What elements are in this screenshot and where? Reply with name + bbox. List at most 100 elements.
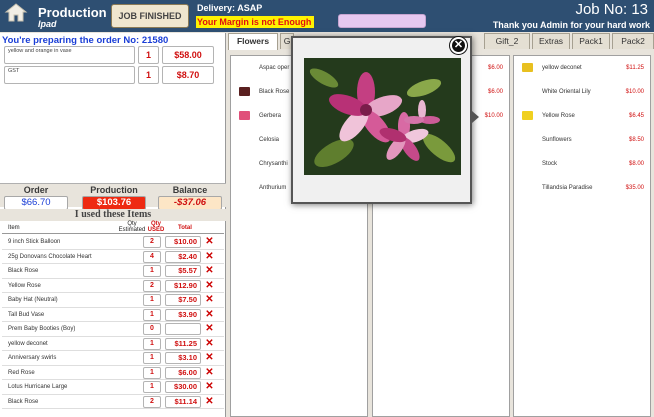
used-item-qty[interactable]: 2	[143, 279, 161, 292]
home-icon[interactable]	[4, 2, 28, 22]
used-item-total[interactable]: $2.40	[165, 250, 201, 263]
used-item-total[interactable]: $5.57	[165, 265, 201, 277]
product-price: $10.00	[484, 113, 503, 119]
col-total-header: Total	[178, 225, 192, 231]
used-item-row: yellow deconet 1 $11.25 ✕	[2, 337, 224, 351]
order-line-price[interactable]: $58.00	[162, 46, 214, 64]
used-item-qty[interactable]: 1	[143, 337, 161, 350]
product-name: Black Rose	[259, 89, 290, 95]
used-item-total[interactable]: $12.90	[165, 279, 201, 292]
page-title: Production	[38, 5, 107, 20]
used-item-qty[interactable]: 2	[143, 236, 161, 248]
used-item-name: Lotus Hurricane Large	[8, 384, 68, 390]
order-line-desc[interactable]: yellow and orange in vase	[4, 46, 135, 64]
product-name: Tillandsia Paradise	[542, 185, 593, 191]
tab-pack2[interactable]: Pack2	[612, 33, 654, 49]
thanks-message: Thank you Admin for your hard work	[492, 20, 650, 30]
product-price: $8.50	[628, 137, 644, 143]
product-item[interactable]: Tillandsia Paradise $35.00	[514, 176, 650, 200]
delete-icon[interactable]: ✕	[204, 280, 215, 291]
delete-icon[interactable]: ✕	[204, 381, 215, 392]
used-item-qty[interactable]: 4	[143, 250, 161, 263]
delete-icon[interactable]: ✕	[204, 338, 215, 349]
used-item-total[interactable]: $10.00	[165, 236, 201, 248]
delete-icon[interactable]: ✕	[204, 323, 215, 334]
used-item-total[interactable]: $6.00	[165, 366, 201, 379]
product-item[interactable]: Yellow Rose $6.45	[514, 104, 650, 128]
used-item-name: Red Rose	[8, 369, 35, 376]
used-item-row: 25g Donovans Chocolate Heart 4 $2.40 ✕	[2, 250, 224, 264]
used-items-title: I used these Items	[0, 209, 226, 221]
product-price: $6.00	[487, 65, 503, 71]
used-item-qty[interactable]: 1	[143, 294, 161, 306]
product-item[interactable]: Stock $8.00	[514, 152, 650, 176]
used-item-total[interactable]: $3.90	[165, 308, 201, 321]
order-line-desc[interactable]: GST	[4, 66, 135, 84]
used-item-qty[interactable]: 1	[143, 308, 161, 321]
delete-icon[interactable]: ✕	[204, 396, 215, 407]
product-item[interactable]: White Oriental Lily $10.00	[514, 80, 650, 104]
used-item-qty[interactable]: 1	[143, 352, 161, 364]
close-icon[interactable]: ✕	[450, 37, 467, 54]
used-items-header: Item Qty Estimated Qty USED Total	[2, 221, 224, 234]
production-total-value: $103.76	[82, 196, 146, 210]
job-finished-button[interactable]: JOB FINISHED	[111, 4, 189, 28]
used-item-name: Baby Hat (Neutral)	[8, 297, 58, 303]
tab-flowers[interactable]: Flowers	[228, 33, 278, 50]
used-item-row: Yellow Rose 2 $12.90 ✕	[2, 279, 224, 293]
product-item[interactable]: yellow deconet $11.25	[514, 56, 650, 80]
order-total: Order $66.70	[4, 185, 68, 210]
used-item-qty[interactable]: 2	[143, 395, 161, 408]
product-price: $10.00	[625, 89, 644, 95]
tab-extras[interactable]: Extras	[532, 33, 570, 49]
order-line-price[interactable]: $8.70	[162, 66, 214, 84]
product-name: Sunflowers	[542, 137, 572, 143]
yellow-rose-icon	[522, 111, 533, 120]
used-item-total[interactable]: $30.00	[165, 381, 201, 393]
delete-icon[interactable]: ✕	[204, 251, 215, 262]
tab-gift-2[interactable]: Gift_2	[484, 33, 530, 49]
delete-icon[interactable]: ✕	[204, 294, 215, 305]
delete-icon[interactable]: ✕	[204, 367, 215, 378]
used-item-name: Yellow Rose	[8, 282, 41, 289]
delete-icon[interactable]: ✕	[204, 236, 215, 247]
used-item-total[interactable]: $11.14	[165, 395, 201, 408]
delete-icon[interactable]: ✕	[204, 352, 215, 363]
used-item-row: Baby Hat (Neutral) 1 $7.50 ✕	[2, 293, 224, 308]
delete-icon[interactable]: ✕	[204, 309, 215, 320]
used-item-row: Red Rose 1 $6.00 ✕	[2, 366, 224, 380]
tab-pack1[interactable]: Pack1	[572, 33, 610, 49]
used-item-qty[interactable]: 1	[143, 265, 161, 277]
used-item-name: 25g Donovans Chocolate Heart	[8, 253, 92, 260]
product-name: Celosia	[259, 137, 280, 143]
used-item-qty[interactable]: 1	[143, 366, 161, 379]
product-price: $35.00	[625, 185, 644, 191]
used-item-total[interactable]	[165, 323, 201, 335]
gerbera-icon	[239, 111, 250, 120]
used-item-qty[interactable]: 0	[143, 323, 161, 335]
product-name: Chrysanthi	[259, 161, 288, 167]
used-items-list: 9 inch Stick Balloon 2 $10.00 ✕ 25g Donovans…	[2, 235, 224, 409]
used-item-total[interactable]: $11.25	[165, 337, 201, 350]
used-item-name: yellow deconet	[8, 340, 48, 347]
product-item[interactable]: Sunflowers $8.50	[514, 128, 650, 152]
image-preview-popup: ✕	[291, 36, 479, 204]
delete-icon[interactable]: ✕	[204, 265, 215, 276]
order-line-qty[interactable]: 1	[138, 66, 159, 84]
product-name: Gerbera	[259, 113, 282, 119]
product-name: Yellow Rose	[542, 113, 575, 119]
used-item-total[interactable]: $7.50	[165, 294, 201, 306]
order-line: GST 1 $8.70	[2, 66, 224, 84]
used-item-row: 9 inch Stick Balloon 2 $10.00 ✕	[2, 235, 224, 250]
order-lines: yellow and orange in vase 1 $58.00 GST 1…	[2, 46, 224, 86]
used-item-row: Black Rose 1 $5.57 ✕	[2, 264, 224, 279]
balance-label: Balance	[172, 185, 208, 195]
used-item-qty[interactable]: 1	[143, 381, 161, 393]
order-total-value: $66.70	[4, 196, 68, 210]
status-indicator	[338, 14, 426, 28]
used-item-row: Prem Baby Booties (Boy) 0 ✕	[2, 322, 224, 337]
order-preparing-title: You're preparing the order No: 21580	[2, 35, 169, 46]
order-line-qty[interactable]: 1	[138, 46, 159, 64]
used-item-total[interactable]: $3.10	[165, 352, 201, 364]
product-price: $6.00	[487, 89, 503, 95]
